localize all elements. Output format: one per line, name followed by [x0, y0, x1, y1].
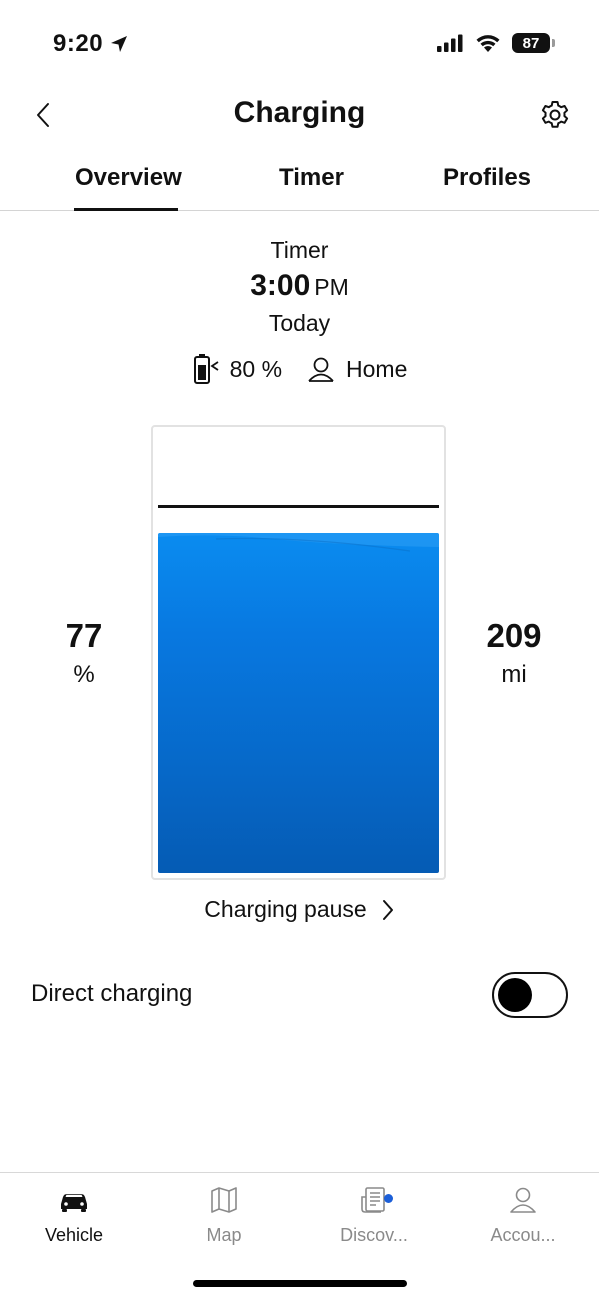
battery-tip — [552, 39, 555, 47]
status-time: 9:20 — [53, 30, 104, 57]
nav-map[interactable]: Map — [164, 1185, 284, 1246]
charging-screen: 9:20 87 Charging Overview Timer Profiles… — [0, 0, 599, 1300]
page-title: Charging — [233, 96, 366, 129]
soc-number: 77 — [65, 617, 103, 654]
battery-gauge — [151, 425, 446, 880]
status-bar: 9:20 87 — [0, 0, 599, 90]
tab-overview[interactable]: Overview — [75, 164, 182, 192]
charging-pause-link[interactable]: Charging pause — [0, 896, 599, 923]
wifi-icon — [476, 35, 500, 52]
timer-time: 3:00 — [250, 269, 311, 302]
notification-dot — [384, 1194, 393, 1203]
remaining-range: 209 mi — [464, 614, 564, 692]
range-number: 209 — [486, 617, 542, 654]
range-unit: mi — [501, 661, 527, 688]
direct-charging-label: Direct charging — [31, 980, 193, 1007]
nav-account[interactable]: Accou... — [463, 1185, 583, 1246]
map-icon — [211, 1187, 237, 1213]
timer-time-row: 3:00 PM — [0, 266, 599, 307]
nav-vehicle[interactable]: Vehicle — [14, 1185, 134, 1246]
charge-limit-line — [158, 505, 439, 508]
direct-charging-toggle[interactable] — [492, 972, 568, 1018]
battery-level: 87 — [512, 33, 550, 53]
battery-fill — [158, 533, 439, 873]
target-row: 80 % Home — [0, 353, 599, 385]
person-icon — [308, 357, 334, 382]
header: Charging — [0, 90, 599, 150]
gear-icon[interactable] — [539, 99, 571, 131]
battery-target-icon — [193, 354, 219, 384]
tab-bar: Overview Timer Profiles — [0, 160, 599, 211]
timer-label: Timer — [270, 237, 329, 263]
home-indicator[interactable] — [193, 1280, 407, 1287]
location-arrow-icon — [111, 36, 128, 52]
state-of-charge: 77 % — [34, 614, 134, 692]
status-time-group: 9:20 — [53, 30, 129, 58]
fill-wave — [158, 533, 439, 552]
tab-profiles[interactable]: Profiles — [443, 164, 531, 192]
nav-discover[interactable]: Discov... — [314, 1185, 434, 1246]
soc-unit: % — [73, 661, 95, 688]
toggle-knob — [498, 978, 532, 1012]
timer-day: Today — [268, 310, 331, 336]
status-icons: 87 — [436, 32, 555, 54]
nav-account-label: Accou... — [490, 1225, 556, 1245]
tab-timer[interactable]: Timer — [279, 164, 344, 192]
target-charge: 80 % — [229, 355, 283, 382]
battery-status-icon: 87 — [512, 33, 555, 53]
cellular-signal-icon — [437, 34, 463, 52]
chevron-right-icon — [382, 899, 393, 920]
nav-map-label: Map — [206, 1225, 242, 1245]
nav-discover-label: Discov... — [340, 1225, 408, 1245]
charging-profile: Home — [346, 355, 408, 382]
car-icon — [61, 1194, 87, 1212]
charging-pause-label: Charging pause — [204, 896, 367, 922]
timer-summary: Timer 3:00 PM Today 80 % Home — [0, 234, 599, 385]
person-icon — [510, 1187, 536, 1213]
active-tab-indicator — [74, 208, 178, 211]
timer-ampm: PM — [314, 274, 349, 300]
nav-vehicle-label: Vehicle — [44, 1225, 104, 1245]
